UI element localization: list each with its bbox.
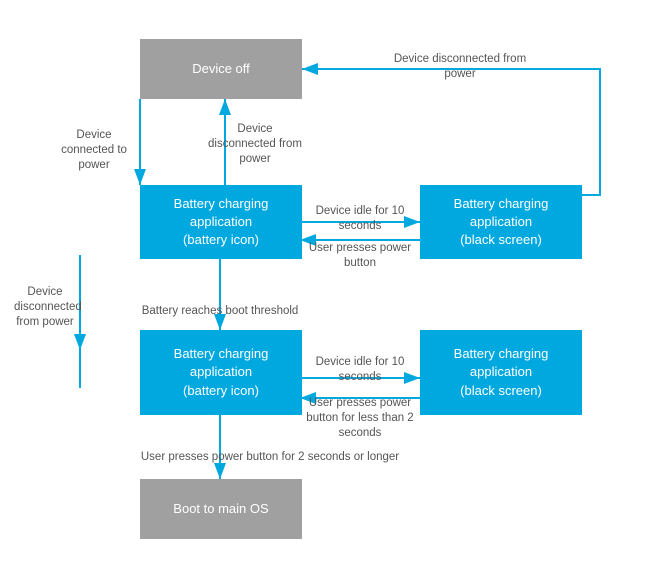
diagram: Device off Battery charging application … [0,0,650,580]
bca-black-top-label: Battery charging application (black scre… [454,195,549,250]
bca-black-bottom-box: Battery charging application (black scre… [420,330,582,415]
bca-black-top-box: Battery charging application (black scre… [420,185,582,259]
arrows-svg [0,0,650,580]
label-disconnected-right: Device disconnected from power [380,52,540,82]
device-off-label: Device off [192,60,250,78]
label-power-button-bottom: User presses power button for less than … [302,396,418,441]
bca-battery-bottom-label: Battery charging application (battery ic… [174,345,269,400]
label-boot-threshold: Battery reaches boot threshold [140,304,300,319]
label-disconnected-top: Device disconnected from power [205,122,305,167]
boot-main-os-box: Boot to main OS [140,479,302,539]
bca-battery-bottom-box: Battery charging application (battery ic… [140,330,302,415]
boot-main-os-label: Boot to main OS [173,500,268,518]
label-connected-power: Device connected to power [50,128,138,173]
bca-black-bottom-label: Battery charging application (black scre… [454,345,549,400]
bca-battery-top-label: Battery charging application (battery ic… [174,195,269,250]
label-idle-10-bottom: Device idle for 10 seconds [302,355,418,385]
label-power-button-top: User presses power button [302,241,418,271]
device-off-box: Device off [140,39,302,99]
bca-battery-top-box: Battery charging application (battery ic… [140,185,302,259]
label-disconnected-left: Device disconnected from power [14,285,76,330]
label-idle-10-top: Device idle for 10 seconds [302,204,418,234]
label-power-2sec: User presses power button for 2 seconds … [140,450,400,465]
